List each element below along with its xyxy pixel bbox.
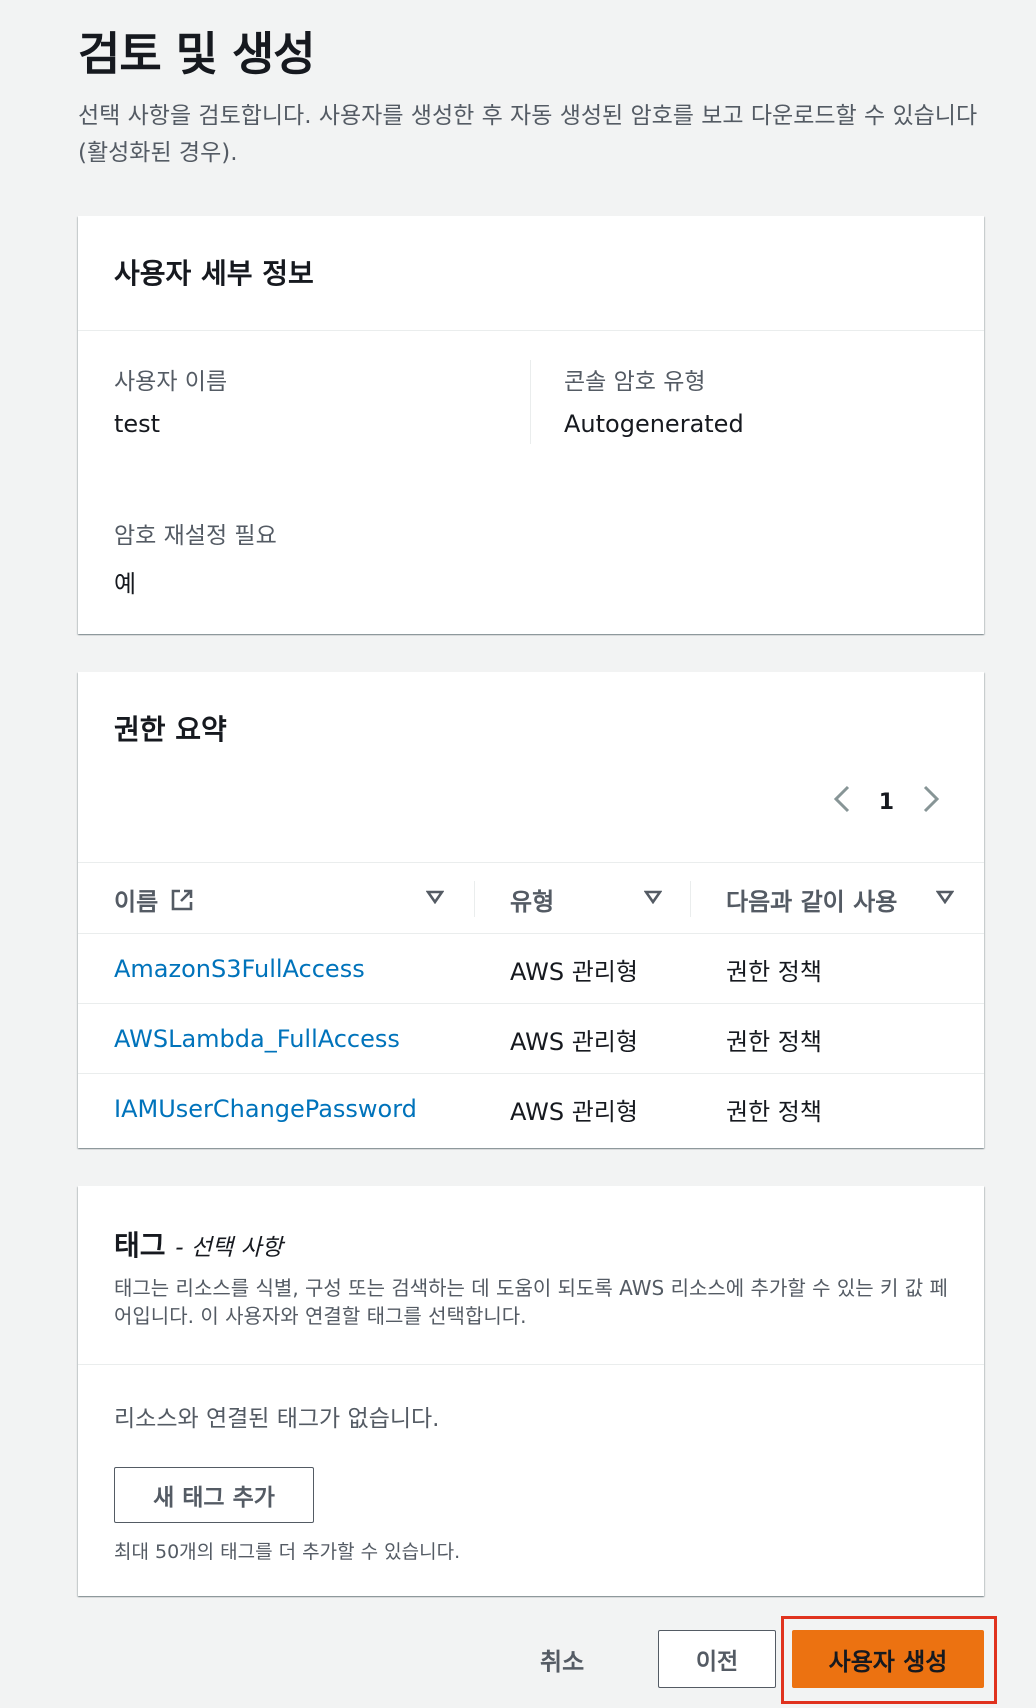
chevron-right-icon[interactable] xyxy=(922,784,940,820)
console-password-type-value: Autogenerated xyxy=(564,410,744,438)
user-details-title: 사용자 세부 정보 xyxy=(114,257,314,290)
username-value: test xyxy=(114,410,161,438)
table-header: 이름 유형 다음과 같이 사용 xyxy=(78,862,984,934)
current-page-number[interactable]: 1 xyxy=(879,790,894,815)
divider xyxy=(78,330,984,331)
tags-body: 리소스와 연결된 태그가 없습니다. 새 태그 추가 최대 50개의 태그를 더… xyxy=(78,1365,984,1564)
sort-caret-down-icon[interactable] xyxy=(425,888,445,909)
sort-caret-down-icon[interactable] xyxy=(935,888,955,909)
console-password-type-field: 콘솔 암호 유형 Autogenerated xyxy=(564,362,744,438)
column-header-name-label: 이름 xyxy=(114,887,159,916)
table-row: AmazonS3FullAccess AWS 관리형 권한 정책 xyxy=(78,934,984,1004)
policy-used-as-cell: 권한 정책 xyxy=(726,1097,822,1126)
column-separator xyxy=(690,881,691,917)
previous-button[interactable]: 이전 xyxy=(658,1630,776,1688)
table-row: IAMUserChangePassword AWS 관리형 권한 정책 xyxy=(78,1074,984,1144)
chevron-left-icon[interactable] xyxy=(833,784,851,820)
column-separator xyxy=(530,360,531,444)
policy-link[interactable]: AWSLambda_FullAccess xyxy=(114,1025,400,1053)
console-password-type-label: 콘솔 암호 유형 xyxy=(564,369,706,395)
require-reset-label: 암호 재설정 필요 xyxy=(114,523,277,549)
pagination: 1 xyxy=(833,784,940,820)
cancel-button[interactable]: 취소 xyxy=(540,1630,584,1688)
username-field: 사용자 이름 test xyxy=(114,362,227,438)
policy-type-cell: AWS 관리형 xyxy=(510,1027,638,1056)
external-link-icon xyxy=(170,888,193,911)
table-row: AWSLambda_FullAccess AWS 관리형 권한 정책 xyxy=(78,1004,984,1074)
permissions-header: 권한 요약 xyxy=(78,672,984,748)
permissions-table: 이름 유형 다음과 같이 사용 AmazonS3FullAccess AWS 관… xyxy=(78,862,984,1144)
tags-header: 태그 - 선택 사항 태그는 리소스를 식별, 구성 또는 검색하는 데 도움이… xyxy=(78,1186,984,1364)
tags-optional-label: - 선택 사항 xyxy=(175,1235,283,1261)
column-header-used-as[interactable]: 다음과 같이 사용 xyxy=(726,863,897,935)
permissions-summary-panel: 권한 요약 1 이름 유형 다음과 같이 사용 AmazonS3FullAcce… xyxy=(78,672,984,1148)
sort-caret-down-icon[interactable] xyxy=(643,888,663,909)
policy-used-as-cell: 권한 정책 xyxy=(726,1027,822,1056)
policy-link[interactable]: IAMUserChangePassword xyxy=(114,1095,417,1123)
user-details-panel: 사용자 세부 정보 사용자 이름 test 콘솔 암호 유형 Autogener… xyxy=(78,216,984,634)
policy-used-as-cell: 권한 정책 xyxy=(726,957,822,986)
add-new-tag-button[interactable]: 새 태그 추가 xyxy=(114,1467,314,1523)
highlight-box xyxy=(781,1616,997,1704)
policy-name-cell: AmazonS3FullAccess xyxy=(114,934,365,1004)
no-tags-message: 리소스와 연결된 태그가 없습니다. xyxy=(114,1406,440,1432)
page-title: 검토 및 생성 xyxy=(78,27,316,81)
policy-name-cell: AWSLambda_FullAccess xyxy=(114,1004,400,1074)
policy-type-cell: AWS 관리형 xyxy=(510,957,638,986)
policy-type-cell: AWS 관리형 xyxy=(510,1097,638,1126)
tags-title-text: 태그 xyxy=(114,1229,166,1262)
tags-panel: 태그 - 선택 사항 태그는 리소스를 식별, 구성 또는 검색하는 데 도움이… xyxy=(78,1186,984,1596)
policy-link[interactable]: AmazonS3FullAccess xyxy=(114,955,365,983)
policy-name-cell: IAMUserChangePassword xyxy=(114,1074,417,1144)
require-reset-value: 예 xyxy=(114,570,137,598)
column-separator xyxy=(474,881,475,917)
permissions-title: 권한 요약 xyxy=(114,713,227,746)
page-description: 선택 사항을 검토합니다. 사용자를 생성한 후 자동 생성된 암호를 보고 다… xyxy=(78,103,978,166)
user-details-header: 사용자 세부 정보 xyxy=(78,216,984,330)
username-label: 사용자 이름 xyxy=(114,369,228,395)
require-reset-field: 암호 재설정 필요 예 xyxy=(114,516,277,599)
tags-description: 태그는 리소스를 식별, 구성 또는 검색하는 데 도움이 되도록 AWS 리소… xyxy=(114,1276,948,1328)
tag-limit-hint: 최대 50개의 태그를 더 추가할 수 있습니다. xyxy=(114,1541,461,1563)
tags-title: 태그 - 선택 사항 xyxy=(114,1224,948,1264)
column-header-type[interactable]: 유형 xyxy=(510,863,554,935)
column-header-name[interactable]: 이름 xyxy=(114,863,193,935)
